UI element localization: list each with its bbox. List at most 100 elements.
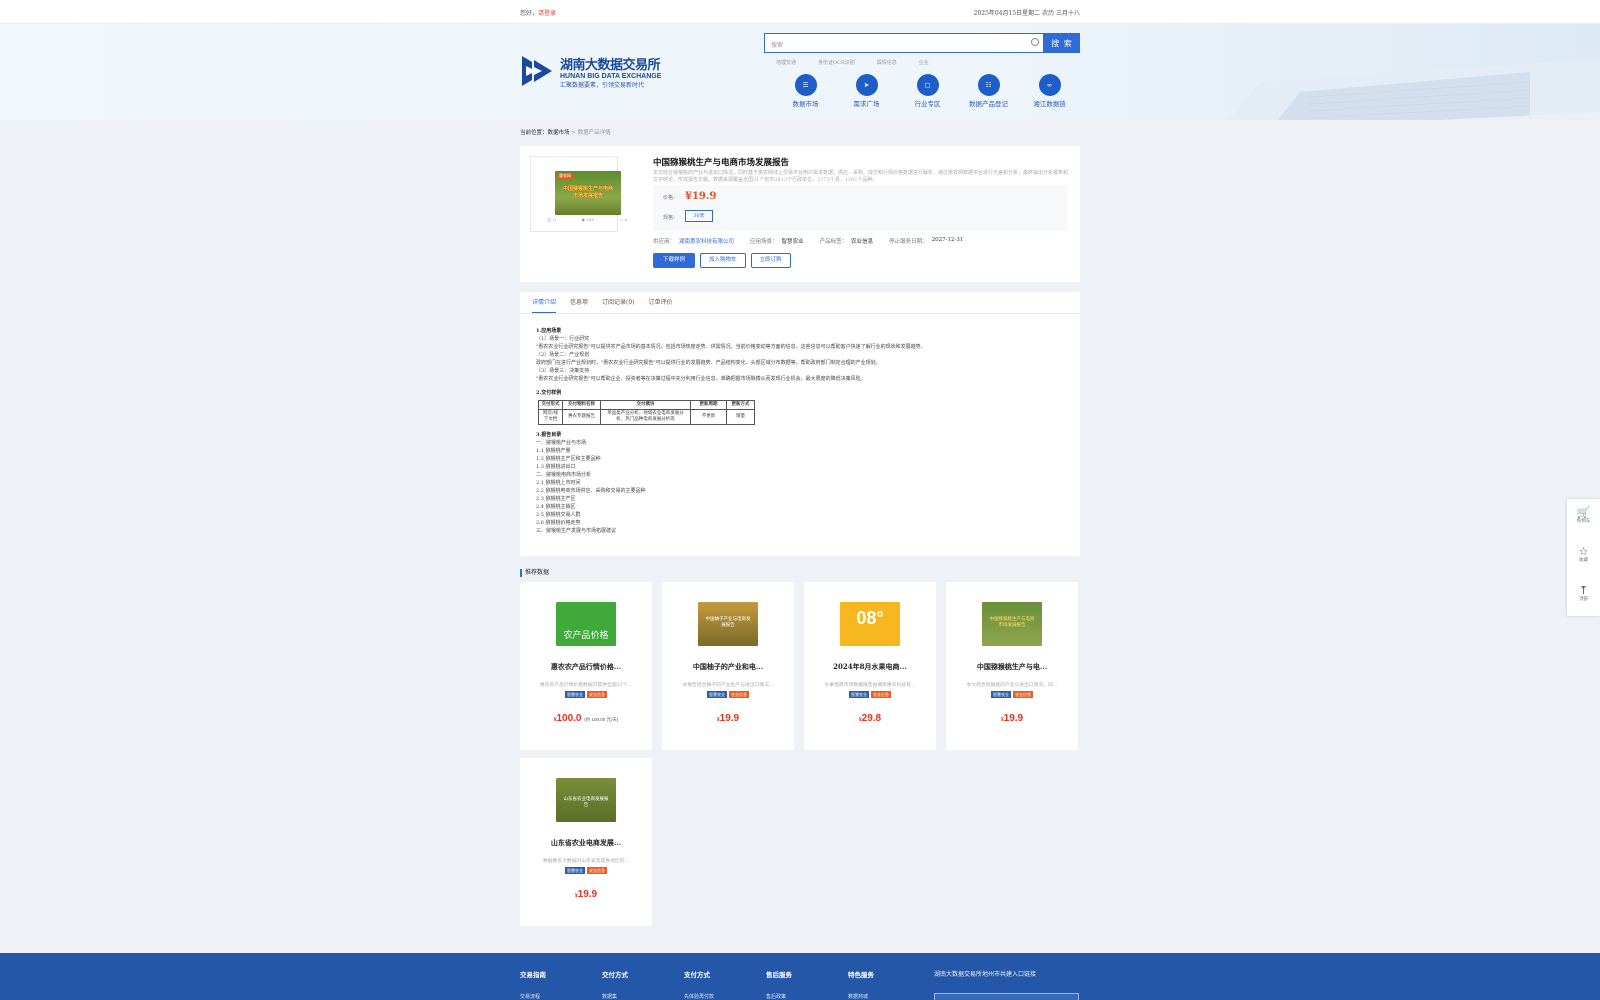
- hotword[interactable]: 地理交通: [776, 59, 796, 66]
- product-price: ¥19.9: [685, 191, 717, 202]
- footer-link[interactable]: 交易流程: [520, 993, 602, 1000]
- sidebar-back-to-top[interactable]: ⤒ 顶部: [1567, 577, 1600, 616]
- hotword[interactable]: 身份证OCR识别: [818, 59, 855, 66]
- product-desc: 本文结合猕猴桃的产业与进出口情况，同时基于惠农网线上交易平台用户需求数据，供应、…: [653, 170, 1069, 183]
- product-card[interactable]: 农产品价格 惠农农产品行情价格... 惠农农产品行情价格数据可提供全国31个..…: [520, 582, 652, 750]
- breadcrumb: 当前位置：数据市场 > 数据产品详情: [520, 130, 611, 136]
- building-illustration: [1228, 60, 1600, 120]
- supplier-link[interactable]: 湖南惠农科技有限公司: [679, 237, 734, 245]
- search-bar: 搜索 搜 索: [764, 33, 1080, 53]
- footer-link[interactable]: 数据商城: [848, 993, 930, 1000]
- spec-option[interactable]: 30天: [685, 210, 713, 222]
- hotword[interactable]: 企业: [919, 59, 929, 66]
- search-input[interactable]: 搜索: [764, 33, 1044, 53]
- cube-icon: ▢: [916, 74, 939, 96]
- breadcrumb-market[interactable]: 数据市场: [548, 130, 570, 136]
- tab-info-items[interactable]: 信息项: [570, 292, 588, 313]
- price-box: 价格： ¥19.9 规格： 30天: [653, 185, 1068, 231]
- search-button[interactable]: 搜 索: [1044, 33, 1080, 53]
- register-icon: ☷: [977, 74, 1000, 96]
- nav-product-register[interactable]: ☷ 数据产品登记: [958, 74, 1019, 108]
- city-select[interactable]: [934, 993, 1079, 1000]
- product-card[interactable]: 中国猕猴桃生产与电商市场发展报告 中国猕猴桃生产与电... 本文结合猕猴桃的产业…: [946, 582, 1078, 750]
- compass-icon: ➤: [855, 74, 878, 96]
- product-card[interactable]: 山东省农业电商发展报告 山东省农业电商发展... 数据惠农大数据对山东省及其各地…: [520, 758, 652, 926]
- toc-item: 2.6 猕猴桃价格走势: [536, 520, 581, 526]
- header: 湖南大数据交易所 HUNAN BIG DATA EXCHANGE 汇聚数据要素，…: [0, 24, 1600, 120]
- card-image: 山东省农业电商发展报告: [556, 778, 616, 822]
- footer-col: 交付方式 数据集: [602, 969, 684, 1000]
- search-icon[interactable]: [1031, 38, 1039, 46]
- cart-icon: 🛒: [1576, 506, 1591, 519]
- floating-sidebar: 🛒 购物车 ☆ 收藏 ⤒ 顶部: [1567, 499, 1600, 616]
- card-price: ¥29.8: [858, 713, 882, 724]
- logo-cn: 湖南大数据交易所: [560, 57, 661, 73]
- logo[interactable]: 湖南大数据交易所 HUNAN BIG DATA EXCHANGE 汇聚数据要素，…: [520, 52, 661, 90]
- footer-col: 支付方式 先体验再付款: [684, 969, 766, 1000]
- card-price: ¥19.9: [574, 889, 598, 900]
- card-image: 中国猕猴桃生产与电商市场发展报告: [982, 602, 1042, 646]
- footer-entry-title: 湖南大数据交易所地州市共建入口链接: [934, 971, 1037, 978]
- product-image[interactable]: 惠农网 中国猕猴桃生产与电商市场发展报告: [555, 171, 621, 215]
- download-sample-button[interactable]: 下载样例: [653, 253, 695, 268]
- tab-details[interactable]: 详情介绍: [532, 292, 557, 313]
- sidebar-favorite[interactable]: ☆ 收藏: [1567, 538, 1600, 577]
- product-title: 中国猕猴桃生产与电商市场发展报告: [653, 158, 790, 168]
- card-price: ¥100.0 (约 100.00 元/天): [553, 713, 619, 724]
- toc-item: 1.1 猕猴桃产量: [536, 448, 571, 454]
- product-card[interactable]: 中国柚子产业与电商发展报告 中国柚子的产业和电... 本报告结合柚子的产业生产与…: [662, 582, 794, 750]
- product-actions: 下载样例 加入购物车 立即订购: [653, 253, 791, 268]
- tab-reviews[interactable]: 订单评价: [649, 292, 673, 313]
- logo-slogan: 汇聚数据要素，引领交易新时代: [560, 81, 645, 89]
- star-icon: ☆ 0: [619, 217, 627, 222]
- card-price: ¥19.9: [1000, 713, 1024, 724]
- database-icon: ☰: [794, 74, 817, 96]
- nav-data-market[interactable]: ☰ 数据市场: [775, 74, 836, 108]
- chain-icon: ∞: [1038, 74, 1061, 96]
- footer: 交易指南 交易流程 交付方式 数据集 支付方式 先体验再付款 售后服务 售后政策 特色服…: [0, 953, 1600, 1000]
- toc-item: 1.2 猕猴桃主产区和主要品种: [536, 456, 601, 462]
- toc-item: 2.1 猕猴桃上市时间: [536, 480, 581, 486]
- card-image: 08°: [840, 602, 900, 646]
- footer-link[interactable]: 售后政策: [766, 993, 848, 1000]
- product-meta: 供应商： 湖南惠农科技有限公司 应用场景： 智慧农业 产品标签： 农业信息 停止服务日…: [653, 237, 964, 245]
- detail-tabs: 详情介绍 信息项 订阅记录(0) 订单评价: [520, 292, 1080, 314]
- greeting: 您好，请登录: [520, 9, 557, 17]
- footer-col: 售后服务 售后政策: [766, 969, 848, 1000]
- arrow-up-icon: ⤒: [1578, 584, 1589, 597]
- toc-item: 2.5 猕猴桃交易人群: [536, 512, 581, 518]
- product-card[interactable]: 08° 2024年8月水果电商... 水果电商市场数据报告由湖南惠农科技有...…: [804, 582, 936, 750]
- detail-panel: 详情介绍 信息项 订阅记录(0) 订单评价 1.应用场景 （1）场景一：行业研究…: [520, 292, 1080, 556]
- nav-data-chain[interactable]: ∞ 湘江数据链: [1019, 74, 1080, 108]
- cart-icon: 🛒 0: [547, 217, 556, 222]
- recommend-title: 推荐数据: [520, 569, 1080, 577]
- toc-item: 一、猕猴桃产业与市场: [536, 440, 587, 446]
- add-cart-button[interactable]: 加入购物车: [700, 253, 746, 268]
- card-price: ¥19.9: [716, 713, 740, 724]
- hotword[interactable]: 舆情信息: [877, 59, 897, 66]
- tab-subscriptions[interactable]: 订阅记录(0): [602, 292, 635, 313]
- product-image-box: 惠农网 中国猕猴桃生产与电商市场发展报告 🛒 0 ◉ 539 ☆ 0: [530, 156, 627, 232]
- footer-link[interactable]: 先体验再付款: [684, 993, 766, 1000]
- toc-item: 1.3 猕猴桃进出口: [536, 464, 576, 470]
- footer-col: 特色服务 数据商城: [848, 969, 930, 1000]
- toc-item: 2.3 猕猴桃主产区: [536, 496, 576, 502]
- nav-industry-zone[interactable]: ▢ 行业专区: [897, 74, 958, 108]
- card-image: 农产品价格: [556, 602, 616, 646]
- buy-now-button[interactable]: 立即订购: [750, 253, 791, 268]
- footer-link[interactable]: 数据集: [602, 993, 684, 1000]
- eye-icon: ◉ 539: [581, 217, 594, 222]
- hot-words: 地理交通 身份证OCR识别 舆情信息 企业: [776, 59, 951, 66]
- sidebar-cart[interactable]: 🛒 购物车: [1567, 499, 1600, 538]
- toc-item: 2.2 猕猴桃电商市场供应、采购和交易的主要品种: [536, 488, 646, 494]
- main-nav: ☰ 数据市场 ➤ 需求广场 ▢ 行业专区 ☷ 数据产品登记 ∞ 湘江数据链: [775, 74, 1080, 108]
- card-image: 中国柚子产业与电商发展报告: [698, 602, 758, 646]
- nav-demand-square[interactable]: ➤ 需求广场: [836, 74, 897, 108]
- detail-content: 1.应用场景 （1）场景一：行业研究 "惠农农业行业研究报告"可以提供农产品市场…: [520, 314, 1080, 535]
- product-panel: 惠农网 中国猕猴桃生产与电商市场发展报告 🛒 0 ◉ 539 ☆ 0 中国猕猴桃…: [520, 146, 1080, 282]
- star-icon: ☆: [1578, 545, 1589, 558]
- product-stats: 🛒 0 ◉ 539 ☆ 0: [547, 217, 627, 222]
- login-link[interactable]: 请登录: [538, 10, 556, 17]
- toc-item: 三、猕猴桃生产发展与市场拓展建议: [536, 528, 617, 534]
- recommend-cards: 农产品价格 惠农农产品行情价格... 惠农农产品行情价格数据可提供全国31个..…: [520, 582, 1080, 926]
